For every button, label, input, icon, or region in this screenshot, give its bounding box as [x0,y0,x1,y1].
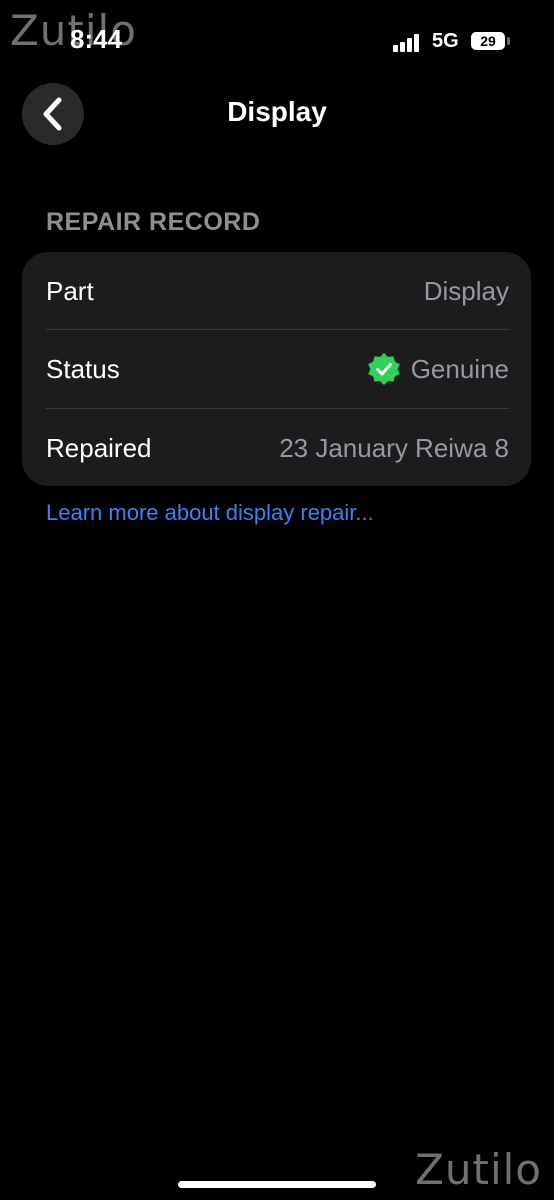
row-value-status: Genuine [367,352,509,386]
home-indicator[interactable] [178,1181,376,1188]
status-time: 8:44 [70,24,123,54]
row-value: Display [423,275,509,306]
section-header: REPAIR RECORD [46,208,261,236]
repair-record-card: Part Display Status Genuine Repaired 23 … [22,252,531,486]
cellular-signal-icon [393,32,423,52]
status-bar: 8:44 5G 29 [0,0,554,80]
row-part: Part Display [46,252,509,330]
network-type: 5G [432,30,459,52]
page-title: Display [227,96,327,127]
watermark-bottom: Zutilo [415,1145,542,1194]
battery-level: 29 [480,33,496,49]
row-status: Status Genuine [46,330,509,408]
learn-more-link[interactable]: Learn more about display repair... [46,500,374,526]
battery-cap [507,37,510,45]
row-label: Repaired [46,432,152,463]
row-repaired: Repaired 23 January Reiwa 8 [46,409,509,486]
verified-check-icon [367,353,400,385]
row-value: 23 January Reiwa 8 [279,432,509,463]
row-label: Status [46,353,120,384]
row-label: Part [46,275,94,306]
battery-icon: 29 [471,32,505,50]
status-value: Genuine [410,353,509,384]
